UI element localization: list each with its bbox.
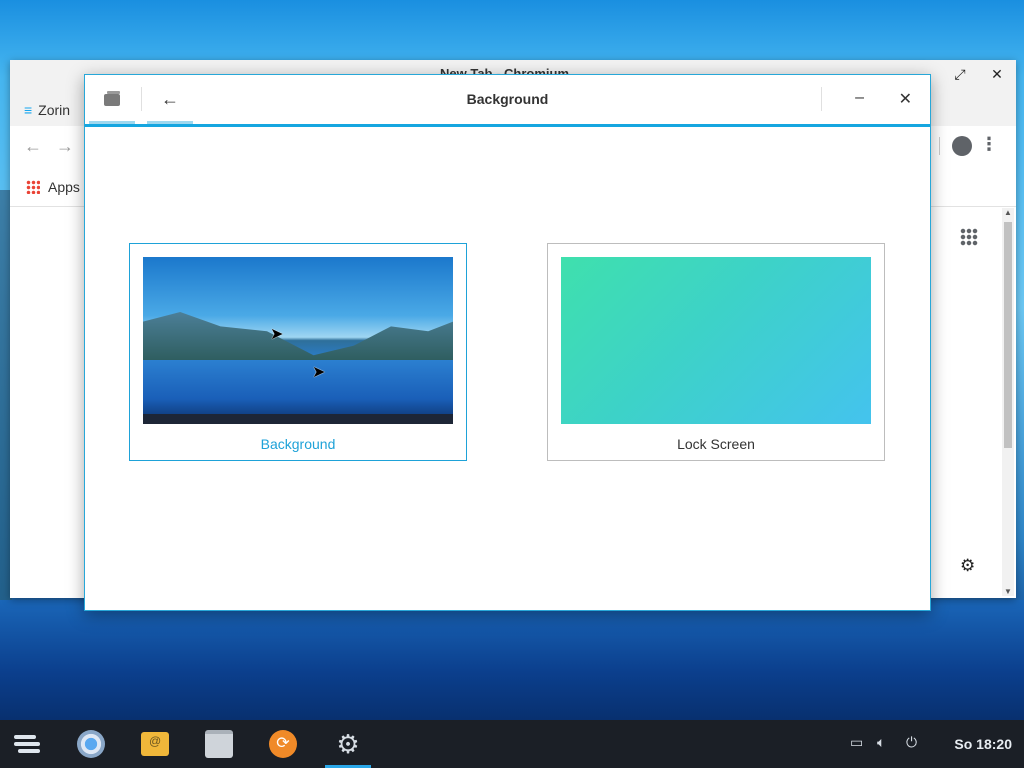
scroll-up-icon[interactable]: ▲ bbox=[1002, 208, 1014, 217]
scroll-thumb[interactable] bbox=[1004, 222, 1012, 448]
volume-icon[interactable]: 🔈︎ bbox=[877, 734, 885, 751]
background-settings-dialog: ← Background – ✕ Background ➤ ➤ Lock Scr… bbox=[84, 74, 931, 611]
settings-gear-icon: ⚙ bbox=[336, 728, 360, 759]
background-card-label: Background bbox=[260, 436, 336, 452]
zorin-menu-button[interactable] bbox=[4, 720, 50, 768]
scroll-down-icon[interactable]: ▼ bbox=[1002, 587, 1014, 596]
zorin-logo-icon bbox=[14, 735, 40, 753]
forward-arrow-icon[interactable]: → bbox=[56, 136, 74, 157]
scrollbar[interactable]: ▲ ▼ bbox=[1002, 208, 1014, 596]
background-card[interactable]: Background ➤ ➤ bbox=[129, 243, 467, 461]
taskbar: ⟳ ⚙ ▭ 🔈︎ ⏻ So 18:20 bbox=[0, 720, 1024, 768]
apps-grid-icon[interactable] bbox=[26, 180, 40, 194]
lock-screen-card[interactable]: Lock Screen bbox=[547, 243, 885, 461]
screen-icon[interactable]: ▭ bbox=[850, 734, 863, 751]
chromium-icon bbox=[77, 730, 105, 758]
header-separator bbox=[821, 87, 822, 111]
mouse-cursor-icon: ➤ bbox=[312, 364, 326, 381]
menu-dots-icon[interactable]: ⋮ bbox=[980, 134, 998, 155]
clock[interactable]: So 18:20 bbox=[954, 736, 1012, 752]
zorin-tab-icon: ≡ bbox=[24, 102, 33, 118]
apps-bookmark[interactable]: Apps bbox=[48, 179, 80, 195]
taskbar-mail[interactable] bbox=[132, 720, 178, 768]
close-icon[interactable]: ✕ bbox=[984, 66, 1010, 83]
minimize-icon[interactable]: – bbox=[855, 89, 864, 107]
update-icon: ⟳ bbox=[269, 730, 297, 758]
desktop-background-lake bbox=[0, 600, 1024, 720]
lock-screen-card-label: Lock Screen bbox=[677, 436, 755, 452]
dialog-title: Background bbox=[466, 91, 549, 107]
mouse-cursor-icon: ➤ bbox=[270, 326, 284, 343]
customize-gear-icon[interactable]: ⚙ bbox=[960, 556, 975, 576]
background-preview-image bbox=[143, 257, 453, 424]
mail-icon bbox=[141, 732, 169, 756]
preview-taskbar bbox=[143, 414, 453, 424]
taskbar-chromium[interactable] bbox=[68, 720, 114, 768]
preview-mountains bbox=[143, 312, 453, 360]
dialog-header: ← Background – ✕ bbox=[85, 75, 930, 127]
lock-screen-preview-image bbox=[561, 257, 871, 424]
maximize-icon[interactable]: ⤢ bbox=[947, 66, 973, 83]
power-icon[interactable]: ⏻ bbox=[906, 734, 917, 751]
taskbar-files[interactable] bbox=[196, 720, 242, 768]
account-icon[interactable] bbox=[952, 136, 972, 156]
back-arrow-icon[interactable]: ← bbox=[24, 136, 42, 157]
folder-icon bbox=[205, 730, 233, 758]
close-icon[interactable]: ✕ bbox=[899, 89, 912, 109]
chromium-tab-label: Zorin bbox=[38, 102, 71, 118]
tab-underline bbox=[147, 121, 193, 124]
taskbar-settings[interactable]: ⚙ bbox=[325, 720, 371, 768]
toolbar-separator bbox=[939, 137, 940, 155]
taskbar-software-updater[interactable]: ⟳ bbox=[260, 720, 306, 768]
google-apps-icon[interactable] bbox=[960, 228, 978, 246]
tab-underline bbox=[89, 121, 135, 124]
